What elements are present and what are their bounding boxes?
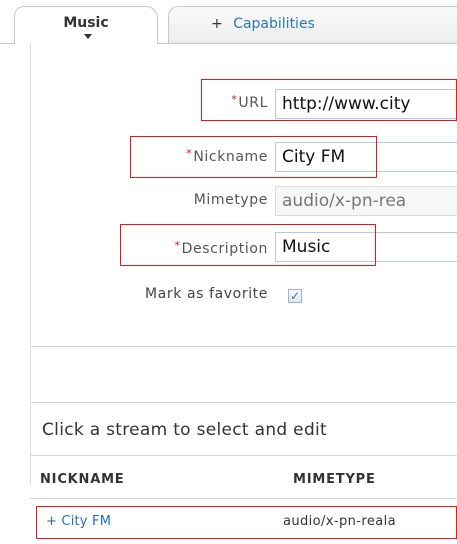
plus-icon: +	[211, 16, 223, 32]
favorite-checkbox[interactable]: ✓	[288, 289, 302, 303]
mimetype-label: Mimetype	[193, 192, 268, 208]
url-row: *URL	[0, 90, 268, 120]
tab-bar: Music + Capabilities	[0, 0, 457, 44]
stream-row-mimetype: audio/x-pn-reala	[283, 514, 396, 529]
url-input[interactable]: http://www.city	[275, 89, 457, 119]
description-row: *Description	[0, 236, 268, 266]
nickname-label: *Nickname	[186, 147, 268, 165]
nickname-input[interactable]: City FM	[275, 142, 457, 172]
tab-music-label: Music	[63, 14, 109, 31]
url-label: *URL	[231, 93, 268, 111]
stream-row-nickname-link[interactable]: + City FM	[46, 514, 111, 529]
header-divider	[30, 498, 457, 499]
chevron-down-icon	[84, 34, 92, 39]
tab-capabilities[interactable]: + Capabilities	[168, 6, 457, 43]
list-title-divider	[30, 455, 457, 456]
required-marker: *	[186, 147, 193, 160]
mimetype-row: Mimetype	[0, 188, 268, 218]
description-label: *Description	[174, 239, 268, 257]
nickname-row: *Nickname	[0, 144, 268, 174]
required-marker: *	[231, 93, 238, 106]
favorite-row: Mark as favorite	[0, 282, 268, 312]
column-header-nickname[interactable]: NICKNAME	[40, 472, 125, 487]
list-title: Click a stream to select and edit	[42, 420, 328, 440]
description-input[interactable]: Music	[275, 232, 457, 262]
tab-music[interactable]: Music	[14, 6, 158, 44]
mimetype-field: audio/x-pn-rea	[275, 186, 457, 216]
tab-capabilities-label: Capabilities	[233, 16, 315, 32]
form-divider	[30, 346, 457, 347]
favorite-label: Mark as favorite	[144, 286, 268, 302]
required-marker: *	[174, 239, 181, 252]
list-top-divider	[30, 402, 457, 403]
column-header-mimetype[interactable]: MIMETYPE	[293, 472, 376, 487]
